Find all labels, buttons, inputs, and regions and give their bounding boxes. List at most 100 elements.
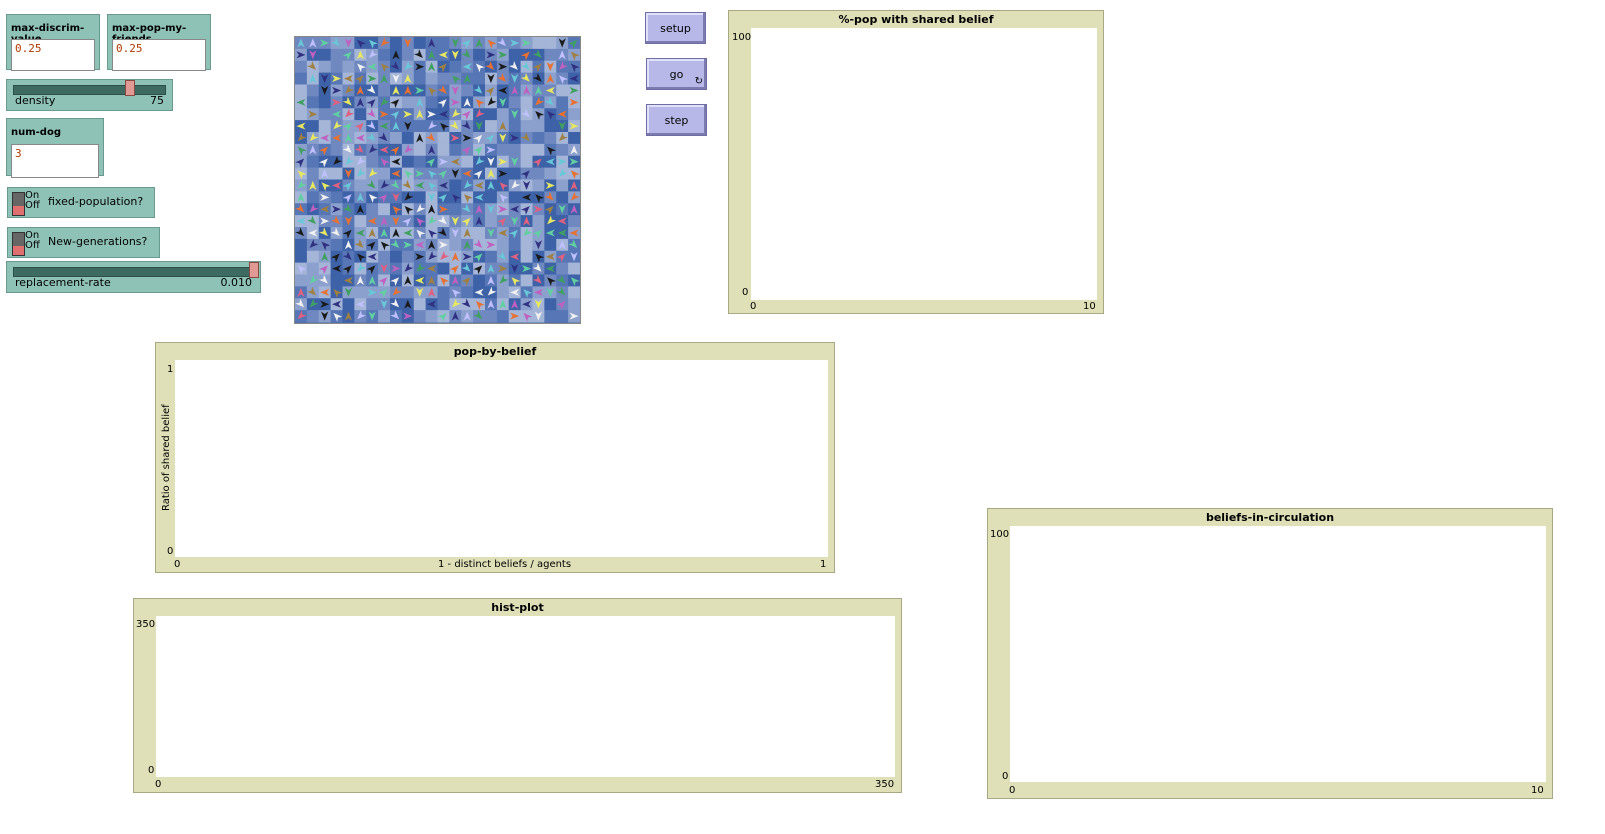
patch	[520, 238, 533, 252]
patch	[295, 274, 308, 287]
switch-label: New-generations?	[48, 235, 148, 248]
patch	[449, 143, 462, 157]
patch	[473, 48, 486, 62]
y-min-label: 0	[148, 765, 155, 776]
setup-button[interactable]: setup	[645, 12, 706, 44]
max-pop-my-friends-input[interactable]: max-pop-my-friends 0.25	[107, 14, 211, 71]
x-max-label: 350	[875, 779, 895, 790]
patch	[354, 108, 367, 121]
step-button[interactable]: step	[646, 104, 707, 136]
patch	[449, 203, 462, 216]
patch	[378, 310, 391, 323]
patch	[556, 310, 569, 323]
patch	[508, 96, 522, 109]
patch	[330, 274, 343, 287]
slider-label: replacement-rate	[15, 276, 111, 289]
patch	[544, 167, 557, 180]
density-slider[interactable]: density 75	[6, 79, 173, 111]
num-dog-field[interactable]: 3	[11, 144, 99, 178]
switch-off-label: Off	[25, 200, 40, 211]
patch	[496, 286, 510, 299]
patch	[437, 132, 450, 145]
patch	[330, 191, 343, 204]
patch	[306, 167, 320, 180]
density-slider-thumb[interactable]	[125, 80, 135, 96]
patch	[568, 132, 580, 145]
y-min-label: 0	[742, 287, 749, 298]
patch	[532, 215, 545, 228]
patch	[295, 60, 308, 74]
go-button[interactable]: go ↻	[646, 58, 707, 90]
beliefs-in-circulation-plot: beliefs-in-circulation 100 0 0 10	[987, 508, 1553, 799]
patch	[508, 48, 522, 62]
patch	[306, 84, 320, 97]
y-max-label: 100	[732, 32, 752, 43]
patch	[378, 167, 391, 180]
patch	[354, 215, 367, 228]
patch	[437, 143, 450, 157]
patch	[318, 120, 332, 133]
patch	[473, 72, 486, 85]
fixed-population-switch[interactable]: On Off fixed-population?	[7, 187, 155, 218]
num-dog-input[interactable]: num-dog 3	[6, 118, 104, 178]
patch	[378, 84, 391, 97]
patch	[425, 96, 438, 109]
x-max-label: 10	[1531, 785, 1544, 796]
patch	[556, 262, 569, 275]
patch	[520, 250, 533, 264]
patch	[437, 262, 450, 275]
patch	[544, 48, 557, 62]
max-pop-my-friends-field[interactable]: 0.25	[112, 39, 206, 71]
patch	[318, 96, 332, 109]
patch	[473, 227, 486, 240]
patch	[425, 72, 438, 85]
patch	[544, 37, 557, 50]
patch	[413, 155, 427, 169]
switch-label: fixed-population?	[48, 195, 144, 208]
pop-shared-belief-plot: %-pop with shared belief 100 0 0 10	[728, 10, 1104, 314]
patch	[485, 250, 498, 264]
patch	[401, 155, 415, 169]
patch	[330, 167, 343, 180]
patch	[461, 286, 474, 299]
x-min-label: 0	[750, 301, 757, 312]
patch	[556, 96, 569, 109]
patch	[568, 262, 580, 275]
patch	[366, 298, 379, 311]
y-max-label: 350	[136, 619, 156, 630]
plot-area	[156, 616, 895, 777]
patch	[437, 298, 450, 311]
max-discrim-value-input[interactable]: max-discrim-value 0.25	[6, 14, 100, 71]
patch	[532, 132, 545, 145]
x-min-label: 0	[1009, 785, 1016, 796]
patch	[354, 179, 367, 192]
patch	[568, 286, 580, 299]
patch	[544, 298, 557, 311]
patch	[496, 238, 510, 252]
switch-off-label: Off	[25, 240, 40, 251]
patch	[413, 120, 427, 133]
toggle-icon[interactable]	[12, 192, 25, 216]
slider-label: density	[15, 94, 56, 107]
max-discrim-value-field[interactable]: 0.25	[11, 39, 95, 71]
world-grid	[295, 37, 580, 323]
y-min-label: 0	[167, 546, 174, 557]
patch	[532, 120, 545, 133]
patch	[520, 155, 533, 169]
toggle-icon[interactable]	[12, 232, 25, 256]
patch	[437, 72, 450, 85]
patch	[413, 310, 427, 323]
patch	[496, 108, 510, 121]
patch	[568, 108, 580, 121]
world-view[interactable]	[294, 36, 581, 324]
new-generations-switch[interactable]: On Off New-generations?	[7, 227, 160, 258]
patch	[306, 250, 320, 264]
patch	[485, 191, 498, 204]
patch	[508, 143, 522, 157]
patch	[532, 37, 545, 50]
y-axis-label: Ratio of shared belief	[161, 404, 172, 511]
patch	[544, 132, 557, 145]
replacement-rate-slider[interactable]: replacement-rate 0.010	[6, 261, 261, 293]
patch	[485, 108, 498, 121]
patch	[295, 238, 308, 252]
